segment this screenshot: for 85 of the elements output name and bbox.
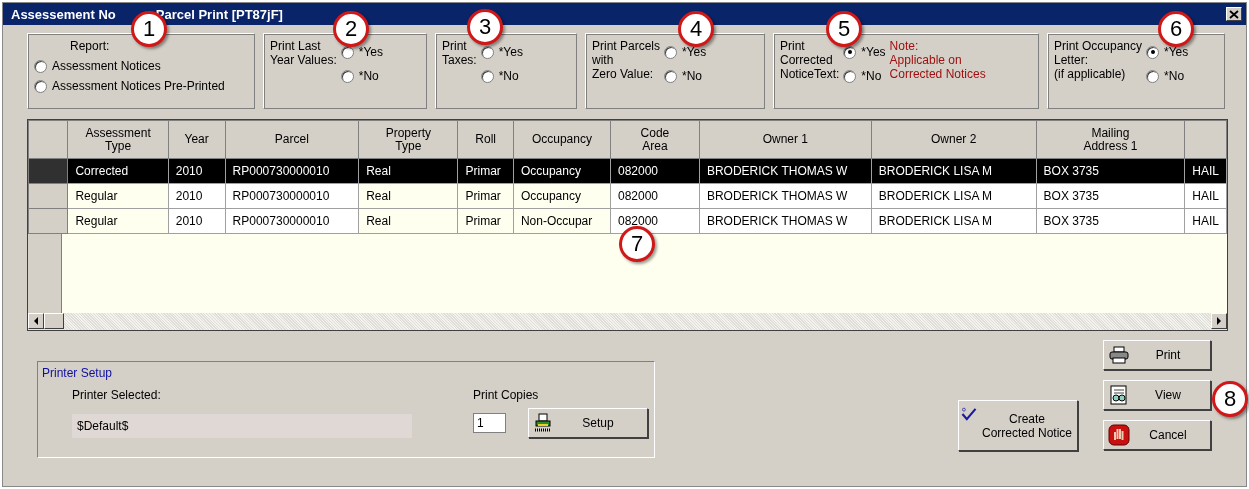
radio-label: *No: [1164, 69, 1185, 83]
scroll-left-icon: [33, 317, 39, 325]
table-cell: BOX 3735: [1036, 208, 1185, 234]
printer-icon: [1108, 346, 1130, 364]
radio-label: *No: [498, 69, 519, 83]
scroll-thumb[interactable]: [44, 313, 64, 329]
create-corrected-notice-button[interactable]: Create Corrected Notice: [958, 400, 1078, 451]
radio-button[interactable]: [1146, 45, 1160, 59]
table-cell: BRODERICK LISA M: [871, 183, 1037, 209]
radio-label: *No: [861, 69, 882, 83]
row-header: [28, 120, 68, 159]
table-cell: Regular: [67, 208, 169, 234]
copies-field[interactable]: 1: [473, 413, 506, 433]
table-cell: Occupancy: [513, 158, 611, 184]
column-header[interactable]: Mailing Address 1: [1036, 120, 1185, 159]
panel-title: Printer Setup: [42, 366, 114, 380]
option-label: Print Occupancy Letter: (if applicable): [1054, 39, 1143, 83]
table-cell: RP000730000010: [225, 183, 359, 209]
radio-label: *No: [682, 69, 703, 83]
table-cell: BRODERICK LISA M: [871, 208, 1037, 234]
table-cell: Real: [358, 208, 458, 234]
table-cell: Real: [358, 158, 458, 184]
radio-label: *Yes: [861, 45, 886, 59]
column-header[interactable]: Owner 1: [699, 120, 872, 159]
radio-button[interactable]: [480, 69, 494, 83]
radio-button[interactable]: [843, 69, 857, 83]
radio-label: *No: [358, 69, 379, 83]
column-header[interactable]: Parcel: [225, 120, 359, 159]
column-header[interactable]: Year: [168, 120, 226, 159]
print-button[interactable]: Print: [1103, 340, 1211, 370]
column-header[interactable]: Assessment Type: [67, 120, 169, 159]
column-header[interactable]: Property Type: [358, 120, 458, 159]
table-cell: Corrected: [67, 158, 169, 184]
radio-label: *Yes: [1164, 45, 1189, 59]
column-header[interactable]: Owner 2: [871, 120, 1037, 159]
table-cell: RP000730000010: [225, 208, 359, 234]
radio-label: Assessment Notices: [52, 59, 161, 73]
cancel-button[interactable]: Cancel: [1103, 420, 1211, 450]
row-selector[interactable]: [28, 208, 68, 234]
table-cell: BRODERICK LISA M: [871, 158, 1037, 184]
column-header[interactable]: Roll: [458, 120, 514, 159]
radio-button[interactable]: [34, 79, 47, 93]
ok-check-icon: [961, 407, 977, 421]
radio-button[interactable]: [340, 45, 354, 59]
radio-label: *Yes: [498, 45, 523, 59]
table-cell: BOX 3735: [1036, 183, 1185, 209]
table-cell: BRODERICK THOMAS W: [699, 183, 872, 209]
note-text: Note: Applicable on Corrected Notices: [889, 39, 986, 83]
row-selector[interactable]: [28, 183, 68, 209]
setup-button[interactable]: Setup: [528, 408, 648, 438]
radio-label: *Yes: [682, 45, 707, 59]
table-cell: Occupancy: [513, 183, 611, 209]
table-cell: BRODERICK THOMAS W: [699, 208, 872, 234]
table-cell: BOX 3735: [1036, 158, 1185, 184]
radio-label: *Yes: [358, 45, 383, 59]
table-row[interactable]: Corrected 2010 RP000730000010 Real Primar Occupancy 082000 BRODERICK THOMAS W BRODERICK LISA M BOX 3735 HAIL: [28, 158, 1227, 184]
table-cell: 082000: [610, 183, 700, 209]
copies-label: Print Copies: [473, 388, 540, 402]
scroll-right-icon: [1216, 317, 1222, 325]
document-glasses-icon: [1108, 385, 1130, 405]
table-cell: 082000: [610, 158, 700, 184]
table-cell: Regular: [67, 183, 169, 209]
horizontal-scrollbar[interactable]: [28, 313, 1227, 330]
column-header[interactable]: [1184, 120, 1227, 159]
table-cell: BRODERICK THOMAS W: [699, 158, 872, 184]
radio-button[interactable]: [843, 45, 857, 59]
table-cell: Non-Occupar: [513, 208, 611, 234]
view-button[interactable]: View: [1103, 380, 1211, 410]
close-icon: [1229, 9, 1239, 19]
printer-icon: [533, 413, 553, 433]
window-title: Assessement No: [11, 6, 116, 22]
radio-label: Assessment Notices Pre-Printed: [52, 79, 225, 93]
option-label: Print Parcels with Zero Value:: [592, 39, 661, 83]
column-header[interactable]: Code Area: [610, 120, 700, 159]
table-row[interactable]: Regular 2010 RP000730000010 Real Primar Occupancy 082000 BRODERICK THOMAS W BRODERICK LISA M BOX 3735 HAIL: [28, 183, 1227, 209]
column-header[interactable]: Occupancy: [513, 120, 611, 159]
table-cell: Real: [358, 183, 458, 209]
printer-field: $Default$: [72, 414, 412, 438]
table-row[interactable]: Regular 2010 RP000730000010 Real Primar Non-Occupar 082000 BRODERICK THOMAS W BRODERICK LISA M BOX 3735 HAIL: [28, 208, 1227, 234]
table-cell: RP000730000010: [225, 158, 359, 184]
option-label: Report:: [70, 39, 110, 53]
stop-hand-icon: [1108, 424, 1130, 446]
row-selector[interactable]: [28, 158, 68, 184]
close-button[interactable]: [1226, 7, 1242, 21]
printer-label: Printer Selected:: [72, 388, 162, 402]
